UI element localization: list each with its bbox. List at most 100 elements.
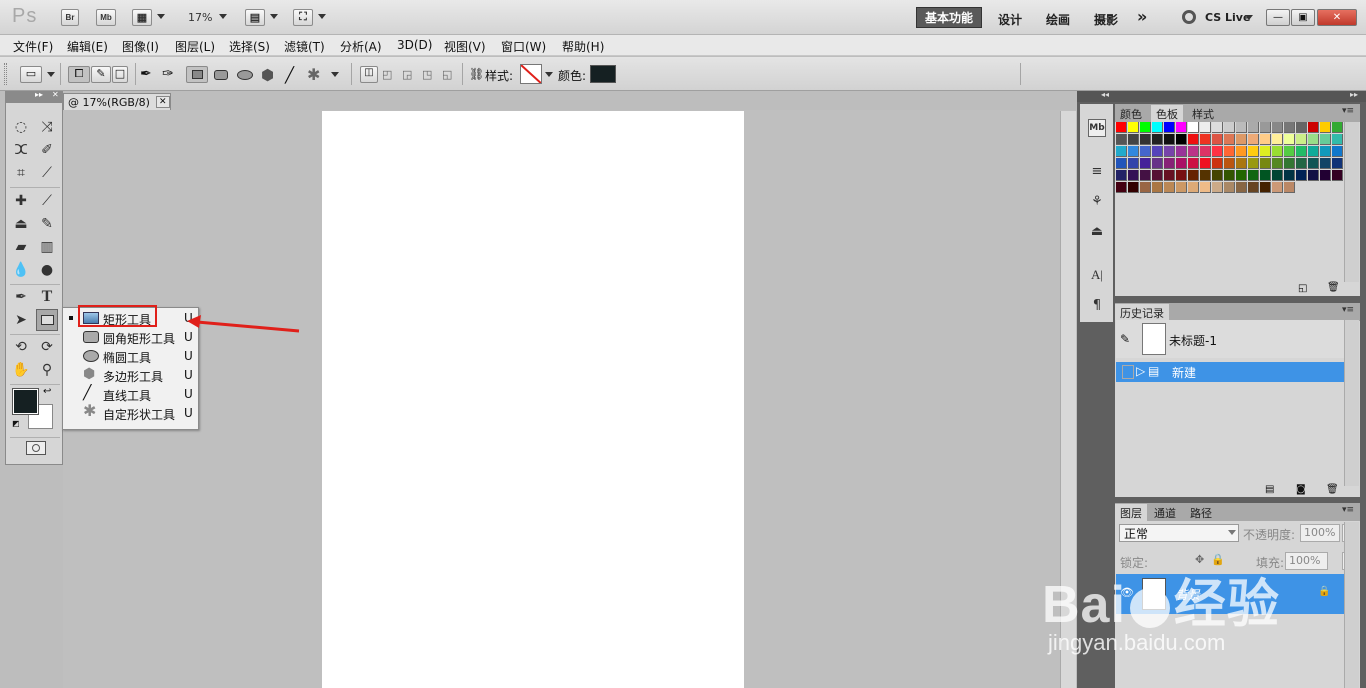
chevron-down-icon[interactable] — [545, 72, 553, 77]
color-swatch[interactable] — [1212, 170, 1223, 181]
color-swatch[interactable] — [1200, 134, 1211, 145]
color-swatch[interactable] — [590, 65, 616, 83]
color-swatch[interactable] — [1152, 182, 1163, 193]
blend-mode-select[interactable]: 正常 — [1119, 524, 1239, 542]
chevron-down-icon[interactable] — [219, 14, 227, 19]
document-canvas[interactable] — [322, 111, 744, 688]
color-swatch[interactable] — [1260, 146, 1271, 157]
workspace-photography[interactable]: 摄影 — [1094, 11, 1118, 28]
chevron-down-icon[interactable] — [1228, 530, 1236, 535]
color-swatch[interactable] — [1188, 182, 1199, 193]
rectangle-tool-icon[interactable] — [36, 309, 58, 331]
expand-icon[interactable]: ◂◂ — [1101, 90, 1109, 99]
menu-file[interactable]: 文件(F) — [13, 38, 53, 55]
clone-stamp-icon[interactable]: ⏏ — [10, 213, 32, 235]
color-swatch[interactable] — [1308, 122, 1319, 133]
clone-source-icon[interactable]: ⚘ — [1088, 192, 1106, 210]
custom-shape-icon[interactable]: ✱ — [307, 65, 320, 84]
color-swatch[interactable] — [1296, 122, 1307, 133]
color-swatch[interactable] — [1176, 170, 1187, 181]
color-swatch[interactable] — [1164, 158, 1175, 169]
tab-paths[interactable]: 路径 — [1185, 504, 1217, 521]
color-swatch[interactable] — [1164, 182, 1175, 193]
color-swatch[interactable] — [1176, 146, 1187, 157]
checkbox[interactable] — [1122, 365, 1134, 379]
color-swatch[interactable] — [1116, 158, 1127, 169]
color-swatch[interactable] — [1236, 122, 1247, 133]
screen-mode-icon[interactable]: ⛶ — [293, 9, 313, 26]
color-swatch[interactable] — [1116, 146, 1127, 157]
color-swatch[interactable] — [1152, 158, 1163, 169]
color-swatch[interactable] — [1212, 122, 1223, 133]
crop-icon[interactable]: ⌗ — [10, 162, 32, 184]
color-swatch[interactable] — [1128, 182, 1139, 193]
chevron-down-icon[interactable] — [318, 14, 326, 19]
tab-layers[interactable]: 图层 — [1115, 504, 1147, 521]
character-icon[interactable]: A| — [1088, 266, 1106, 284]
panel-menu-icon[interactable]: ▾≡ — [1342, 505, 1354, 515]
flyout-item-rounded-rectangle[interactable]: 圆角矩形工具 U — [63, 328, 198, 347]
new-document-icon[interactable]: ▤ — [1265, 484, 1274, 495]
lasso-icon[interactable]: ⵋ — [10, 139, 32, 161]
3d-rotate-icon[interactable]: ⟲ — [10, 336, 32, 358]
color-swatch[interactable] — [1140, 182, 1151, 193]
menu-analysis[interactable]: 分析(A) — [340, 38, 382, 55]
maximize-button[interactable]: ▣ — [1291, 9, 1315, 26]
color-swatch[interactable] — [1236, 182, 1247, 193]
color-swatch[interactable] — [1152, 170, 1163, 181]
3d-orbit-icon[interactable]: ⟳ — [36, 336, 58, 358]
color-swatch[interactable] — [1128, 134, 1139, 145]
color-swatch[interactable] — [1332, 158, 1343, 169]
pen-icon[interactable]: ✒ — [140, 66, 152, 82]
eyedropper-icon[interactable]: ⟋ — [36, 162, 58, 184]
color-swatch[interactable] — [1200, 146, 1211, 157]
color-swatch[interactable] — [1200, 122, 1211, 133]
brush-icon[interactable]: ⟋ — [36, 190, 58, 212]
style-picker[interactable] — [520, 64, 542, 84]
color-swatch[interactable] — [1320, 134, 1331, 145]
ellipse-icon[interactable] — [237, 70, 253, 80]
color-swatch[interactable] — [1212, 182, 1223, 193]
dodge-icon[interactable]: ● — [36, 259, 58, 281]
color-swatch[interactable] — [1296, 170, 1307, 181]
color-swatch[interactable] — [1284, 122, 1295, 133]
color-swatch[interactable] — [1284, 182, 1295, 193]
menu-3d[interactable]: 3D(D) — [397, 38, 432, 52]
workspace-painting[interactable]: 绘画 — [1046, 11, 1070, 28]
menu-edit[interactable]: 编辑(E) — [67, 38, 108, 55]
shape-layers-icon[interactable]: ⧠ — [68, 66, 90, 83]
color-swatch[interactable] — [1260, 122, 1271, 133]
color-swatch[interactable] — [1248, 146, 1259, 157]
pen-icon[interactable]: ✒ — [10, 286, 32, 308]
color-swatch[interactable] — [1212, 134, 1223, 145]
quick-mask-icon[interactable] — [26, 441, 46, 455]
subtract-shape-area-icon[interactable]: ◲ — [402, 68, 412, 81]
scrollbar[interactable] — [1344, 320, 1359, 486]
color-swatch[interactable] — [1308, 134, 1319, 145]
tab-styles[interactable]: 样式 — [1187, 105, 1219, 122]
zoom-level[interactable]: 17% — [188, 11, 212, 24]
scrollbar[interactable] — [1344, 122, 1359, 282]
color-swatch[interactable] — [1176, 182, 1187, 193]
panel-menu-icon[interactable]: ▾≡ — [1342, 305, 1354, 315]
more-workspaces-icon[interactable]: » — [1137, 7, 1147, 26]
collapse-icon[interactable]: ▸▸ — [1350, 90, 1358, 99]
color-swatch[interactable] — [1248, 134, 1259, 145]
grip-handle[interactable] — [4, 63, 7, 85]
color-swatch[interactable] — [1296, 134, 1307, 145]
history-snapshot-row[interactable]: ✎ 未标题-1 — [1116, 320, 1344, 358]
tab-channels[interactable]: 通道 — [1149, 504, 1181, 521]
link-icon[interactable]: ⛓ — [469, 67, 484, 81]
color-swatch[interactable] — [1332, 134, 1343, 145]
color-swatch[interactable] — [1224, 182, 1235, 193]
move-icon[interactable]: ⤨ — [36, 116, 58, 138]
panel-menu-icon[interactable]: ▾≡ — [1342, 106, 1354, 116]
color-swatch[interactable] — [1320, 158, 1331, 169]
snapshot-icon[interactable]: ◙ — [1296, 484, 1306, 495]
fill-pixels-icon[interactable]: □ — [112, 66, 128, 83]
workspace-design[interactable]: 设计 — [998, 11, 1022, 28]
quick-selection-icon[interactable]: ✐ — [36, 139, 58, 161]
color-swatch[interactable] — [1272, 158, 1283, 169]
color-swatch[interactable] — [1212, 146, 1223, 157]
minimize-button[interactable]: — — [1266, 9, 1290, 26]
